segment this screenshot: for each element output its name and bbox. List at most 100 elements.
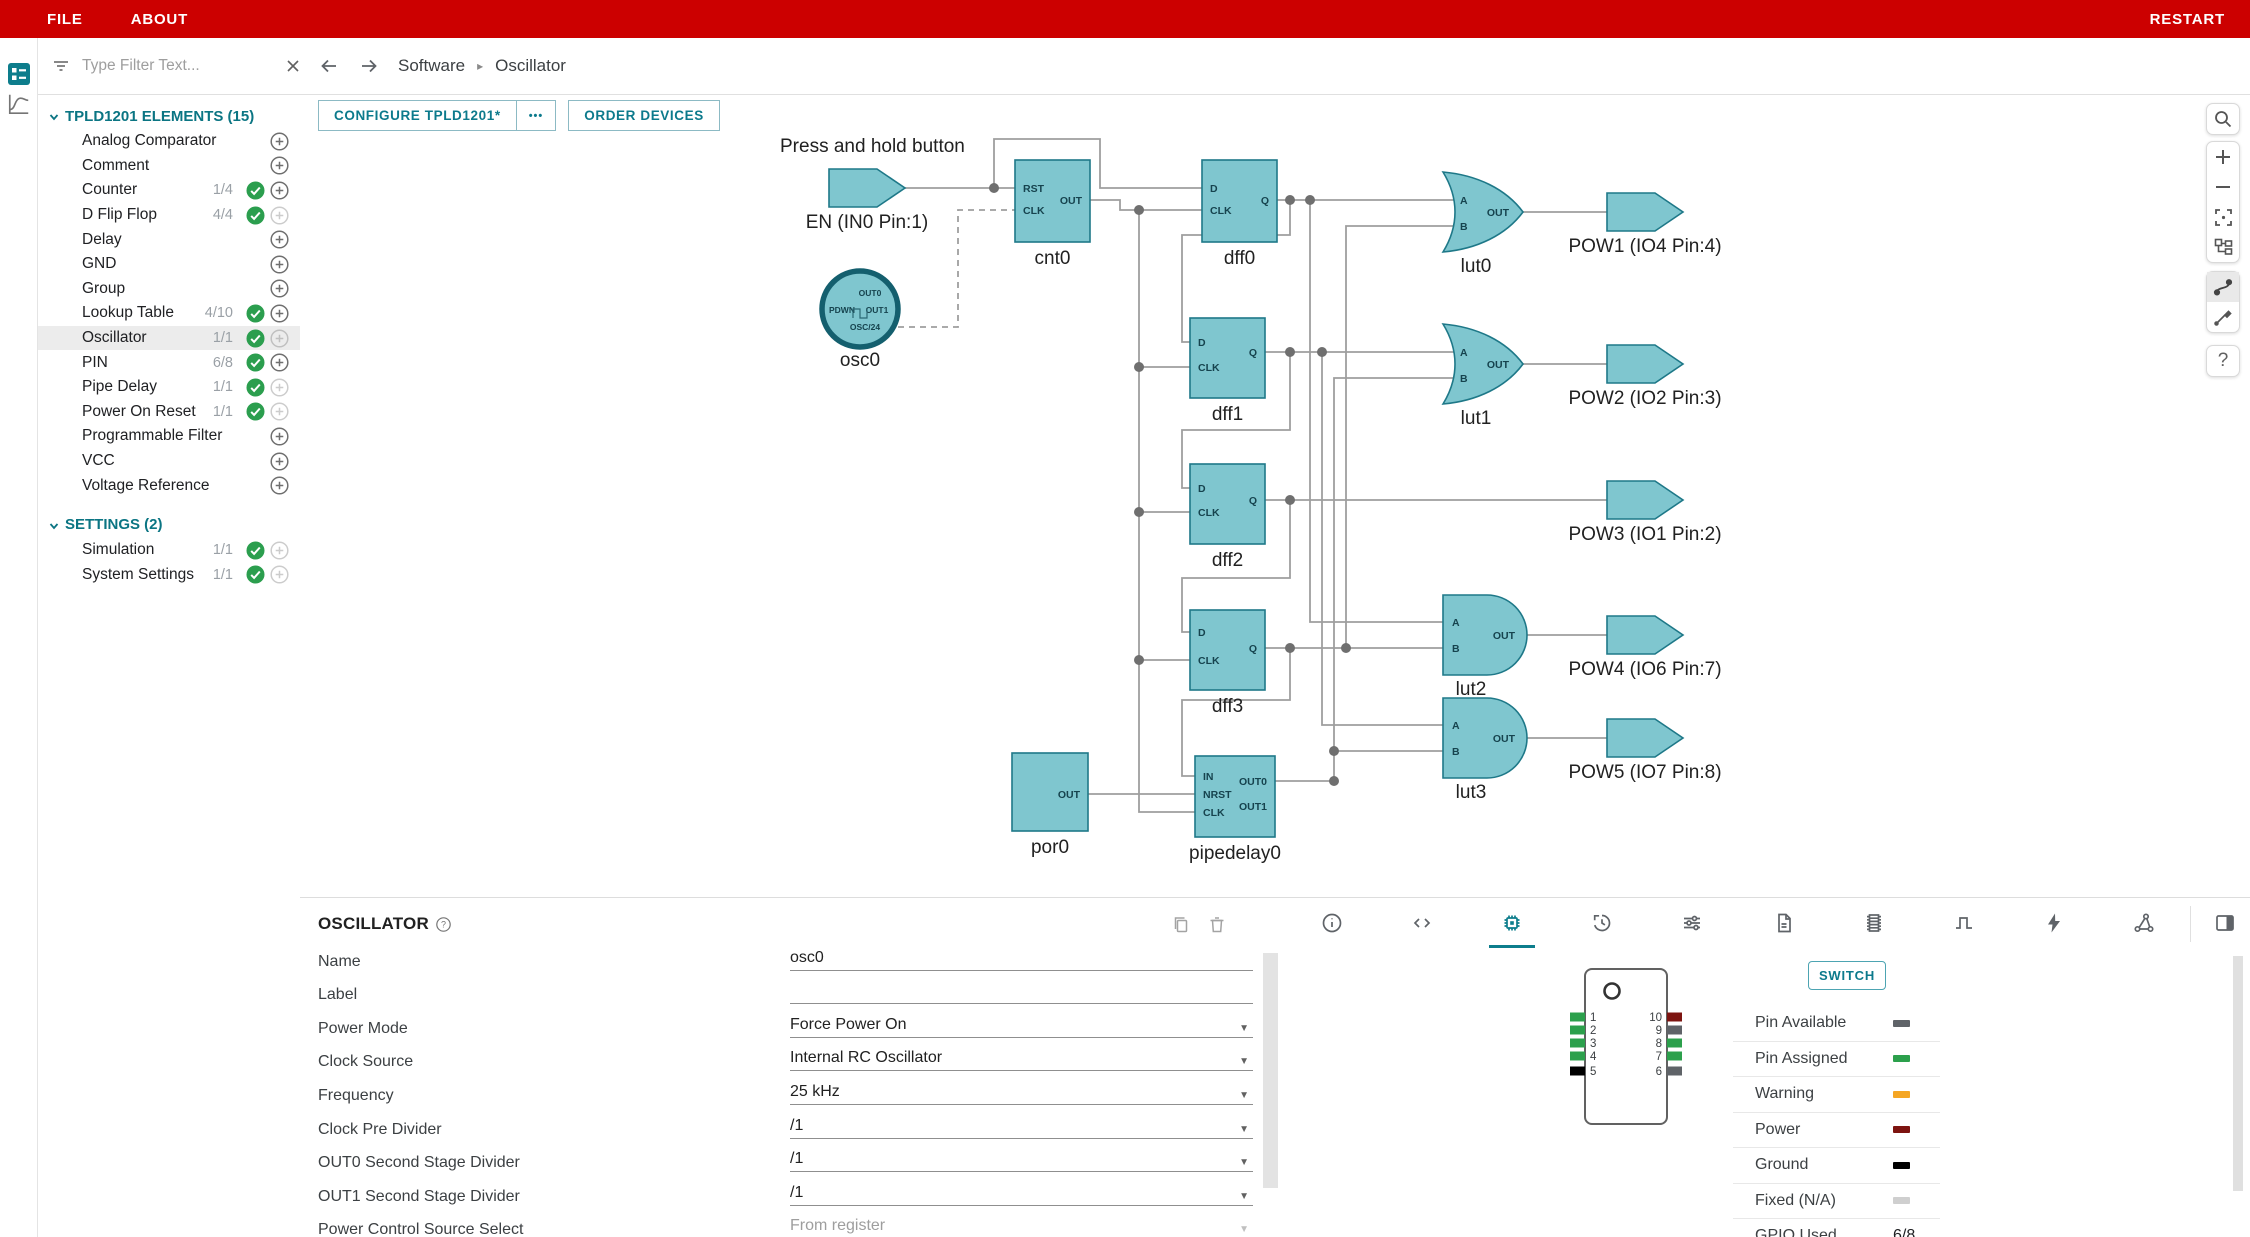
panel-tab-icon[interactable] [2213,911,2237,935]
schematic-canvas[interactable]: CONFIGURE TPLD1201* ••• ORDER DEVICES Pr… [300,95,2250,897]
schematic-block-lut0[interactable]: A B OUT lut0 [1441,171,1524,277]
auto-layout-icon[interactable] [2207,232,2239,262]
canvas-buttons: CONFIGURE TPLD1201* ••• ORDER DEVICES [318,100,720,131]
topology-tab-icon[interactable] [2132,911,2156,935]
add-icon[interactable] [270,304,289,323]
forward-arrow-icon[interactable] [358,55,380,77]
sidebar-item-power-on-reset[interactable]: Power On Reset 1/1 [38,400,300,425]
add-icon[interactable] [270,353,289,372]
sidebar-item-comment[interactable]: Comment [38,154,300,179]
schematic-block-cnt0[interactable]: RST CLK OUT cnt0 [1014,159,1091,269]
schematic-block-dff1[interactable]: D CLK Qdff1 [1189,317,1266,425]
bolt-tab-icon[interactable] [2042,911,2066,935]
zoom-out-icon[interactable] [2207,172,2239,202]
schematic-block-pow2-io2-pin-3[interactable]: POW2 (IO2 Pin:3) [1568,344,1722,409]
schematic-block-por0[interactable]: OUT por0 [1011,752,1089,858]
schematic-block-en-in0-pin-1[interactable]: EN (IN0 Pin:1) [806,168,928,233]
sidebar-item-counter[interactable]: Counter 1/4 [38,178,300,203]
property-input[interactable]: osc0 [790,947,1253,971]
svg-text:OUT: OUT [1493,733,1516,745]
add-icon[interactable] [270,279,289,298]
waveform-tab-icon[interactable] [1952,911,1976,935]
help-icon[interactable]: ? [2207,346,2239,376]
code-tab-icon[interactable] [1410,911,1434,935]
sidebar-item-delay[interactable]: Delay [38,227,300,252]
chip-pinout-diagram[interactable]: 1234 5 10987 6 [1557,953,1697,1133]
add-icon[interactable] [270,476,289,495]
sidebar-item-simulation[interactable]: Simulation 1/1 [38,538,300,563]
order-devices-button[interactable]: ORDER DEVICES [568,100,720,131]
schematic-block-pow1-io4-pin-4[interactable]: POW1 (IO4 Pin:4) [1568,192,1722,257]
property-select[interactable]: Internal RC Oscillator ▼ [790,1047,1253,1072]
schematic-block-dff2[interactable]: D CLK Qdff2 [1189,463,1266,571]
schematic-block-pow3-io1-pin-2[interactable]: POW3 (IO1 Pin:2) [1568,480,1722,545]
zoom-in-icon[interactable] [2207,142,2239,172]
add-icon[interactable] [270,230,289,249]
schematic-block-osc0[interactable]: OUT0 PDWN OUT1 OSC/24 osc0 [819,268,901,371]
sidebar-item-system-settings[interactable]: System Settings 1/1 [38,563,300,588]
add-icon[interactable] [270,451,289,471]
sidebar-item-group[interactable]: Group [38,277,300,302]
tree-section-settings-2[interactable]: SETTINGS (2) [38,512,300,538]
switch-button[interactable]: SWITCH [1808,961,1886,990]
sidebar-item-vcc[interactable]: VCC [38,449,300,474]
sidebar-item-d-flip-flop[interactable]: D Flip Flop 4/4 [38,203,300,228]
sidebar-item-analog-comparator[interactable]: Analog Comparator [38,129,300,154]
menu-file[interactable]: FILE [23,11,107,28]
add-icon[interactable] [270,132,289,151]
sidebar-item-voltage-reference[interactable]: Voltage Reference [38,473,300,498]
route-wire-icon[interactable] [2207,272,2239,302]
property-select[interactable]: /1 ▼ [790,1115,1253,1139]
property-select[interactable]: 25 kHz ▼ [790,1081,1253,1105]
history-tab-icon[interactable] [1590,911,1614,935]
schematic-block-lut2[interactable]: A B OUT lut2 [1442,594,1528,700]
back-arrow-icon[interactable] [318,55,340,77]
restart-button[interactable]: RESTART [2150,11,2225,28]
schematic-block-pow4-io6-pin-7[interactable]: POW4 (IO6 Pin:7) [1568,615,1722,680]
zoom-fit-icon[interactable] [2207,202,2239,232]
sidebar-item-lookup-table[interactable]: Lookup Table 4/10 [38,301,300,326]
schematic-block-dff3[interactable]: D CLK Qdff3 [1189,609,1266,717]
schematic-block-dff0[interactable]: D CLK Qdff0 [1201,159,1278,269]
elements-view-icon[interactable] [7,62,31,86]
add-icon[interactable] [270,255,289,274]
properties-scrollbar[interactable] [1263,953,1278,1188]
info-tab-icon[interactable] [1320,911,1344,935]
register-tab-icon[interactable] [1862,911,1886,935]
more-options-button[interactable]: ••• [516,100,557,131]
breadcrumb-root[interactable]: Software [398,56,465,76]
scope-view-icon[interactable] [7,92,31,116]
schematic-block-lut1[interactable]: A B OUT lut1 [1441,323,1524,429]
menu-about[interactable]: ABOUT [107,11,212,28]
sidebar-item-gnd[interactable]: GND [38,252,300,277]
chip-tab-icon[interactable] [1500,911,1524,935]
add-icon[interactable] [270,427,289,446]
property-input[interactable] [790,980,1253,1005]
sidebar-item-pipe-delay[interactable]: Pipe Delay 1/1 [38,375,300,400]
copy-icon[interactable] [1171,914,1191,934]
delete-icon[interactable] [1207,914,1227,934]
sidebar-item-pin[interactable]: PIN 6/8 [38,350,300,375]
property-select[interactable]: /1 ▼ [790,1148,1253,1173]
schematic-block-pow5-io7-pin-8[interactable]: POW5 (IO7 Pin:8) [1568,718,1722,783]
tree-section-tpld1201-elements-15[interactable]: TPLD1201 ELEMENTS (15) [38,103,300,129]
legend-row-gpio-used: GPIO Used 6/8 [1733,1219,1940,1237]
property-select[interactable]: /1 ▼ [790,1182,1253,1206]
filter-input[interactable] [80,56,284,76]
sidebar-item-oscillator[interactable]: Oscillator 1/1 [38,325,300,351]
schematic-block-lut3[interactable]: A B OUT lut3 [1442,697,1528,803]
property-select[interactable]: Force Power On ▼ [790,1014,1253,1038]
chip-pin-3 [1570,1038,1585,1048]
help-circle-icon[interactable]: ? [436,916,451,932]
schematic-block-pipedelay0[interactable]: IN NRST CLK OUT0 OUT1 pipedelay0 [1189,755,1281,864]
sidebar-item-programmable-filter[interactable]: Programmable Filter [38,424,300,449]
device-panel-scrollbar[interactable] [2233,956,2243,1191]
add-icon[interactable] [270,156,289,175]
add-icon [270,402,289,421]
document-tab-icon[interactable] [1772,911,1796,935]
search-icon[interactable] [2207,104,2239,134]
tune-tab-icon[interactable] [1680,911,1704,935]
configure-button[interactable]: CONFIGURE TPLD1201* [318,100,517,131]
draw-wire-icon[interactable] [2207,302,2239,332]
add-icon[interactable] [270,181,289,200]
